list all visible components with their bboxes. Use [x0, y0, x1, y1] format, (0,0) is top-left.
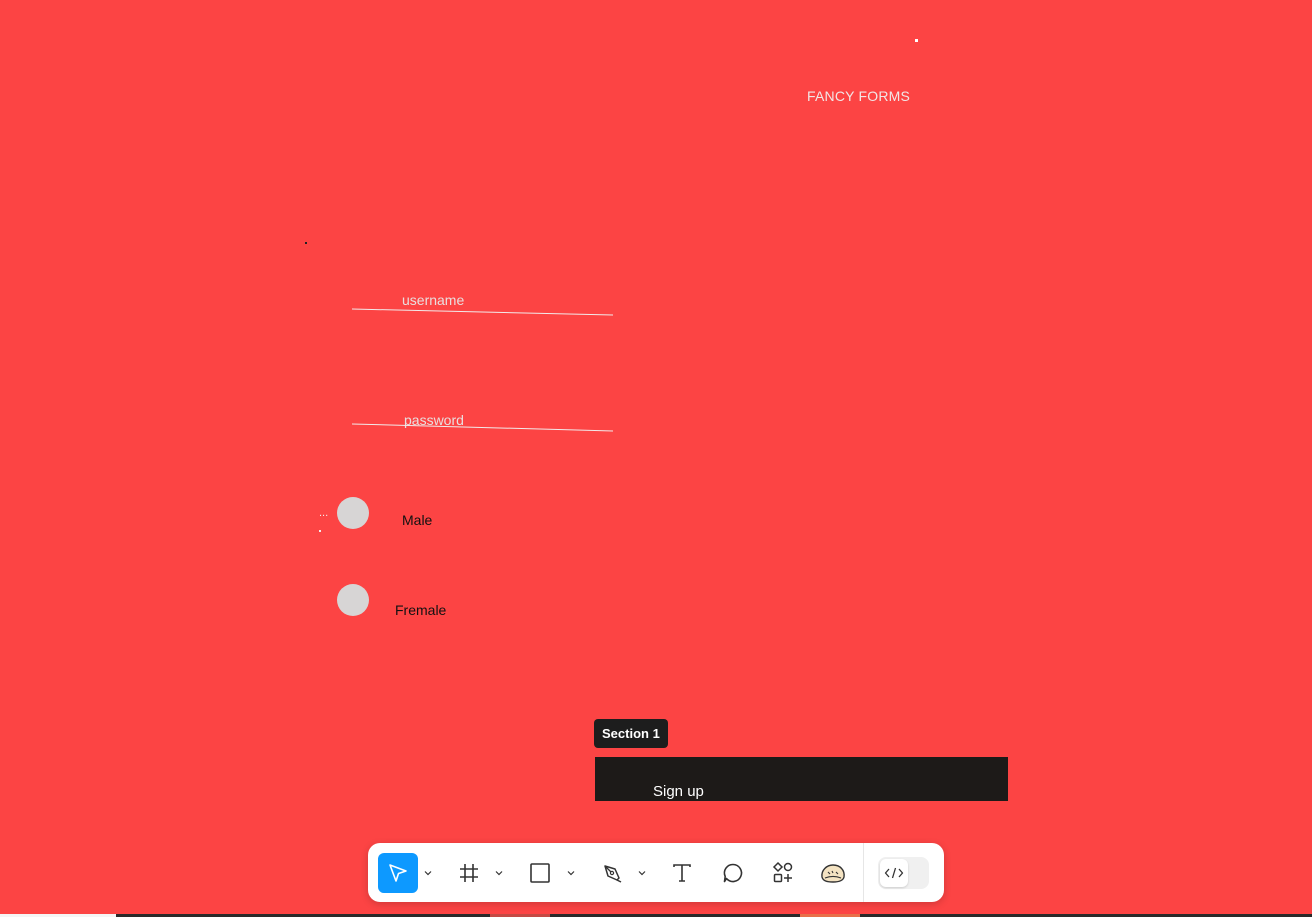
- text-tool-button[interactable]: [662, 853, 702, 893]
- username-field-underline[interactable]: [350, 306, 616, 318]
- pen-nib-icon: [604, 865, 622, 883]
- pen-tool-button[interactable]: [592, 853, 632, 893]
- canvas-dot: [305, 242, 307, 244]
- signup-button-label: Sign up: [653, 783, 704, 800]
- text-T-icon: [673, 864, 691, 882]
- signup-button[interactable]: Sign up: [595, 757, 1008, 801]
- chevron-down-icon: [567, 871, 575, 876]
- blob-face-icon: [821, 864, 845, 883]
- toolbar-divider: [863, 843, 864, 902]
- ellipsis-text: ...: [319, 507, 329, 519]
- radio-female[interactable]: [337, 584, 369, 616]
- dev-mode-toggle-knob: [880, 859, 908, 887]
- dev-mode-toggle[interactable]: [878, 857, 929, 889]
- speech-bubble-icon: [723, 863, 743, 883]
- design-canvas[interactable]: FANCY FORMS username password ... Male F…: [0, 0, 1312, 917]
- chevron-down-icon: [638, 871, 646, 876]
- shapes-plus-icon: [772, 861, 793, 883]
- frame-tool-dropdown[interactable]: [493, 865, 505, 881]
- password-field-underline[interactable]: [350, 420, 616, 436]
- chevron-down-icon: [424, 871, 432, 876]
- shape-tool-button[interactable]: [520, 853, 560, 893]
- code-brackets-icon: [884, 867, 904, 879]
- hash-frame-icon: [460, 864, 478, 882]
- radio-female-label: Fremale: [395, 602, 447, 618]
- shape-tool-dropdown[interactable]: [565, 865, 577, 881]
- move-tool-dropdown[interactable]: [422, 865, 434, 881]
- bottom-toolbar: [368, 843, 944, 902]
- canvas-dot: [915, 39, 918, 42]
- section-badge[interactable]: Section 1: [594, 719, 668, 748]
- cursor-arrow-icon: [389, 864, 407, 882]
- rectangle-icon: [530, 863, 550, 883]
- radio-male[interactable]: [337, 497, 369, 529]
- page-title: FANCY FORMS: [807, 88, 911, 104]
- radio-male-label: Male: [402, 512, 433, 528]
- comment-tool-button[interactable]: [713, 853, 753, 893]
- pen-tool-dropdown[interactable]: [636, 865, 648, 881]
- canvas-dot: [319, 530, 321, 532]
- move-tool-button[interactable]: [378, 853, 418, 893]
- chevron-down-icon: [495, 871, 503, 876]
- ai-tool-button[interactable]: [813, 853, 853, 893]
- frame-tool-button[interactable]: [449, 853, 489, 893]
- actions-tool-button[interactable]: [763, 853, 803, 893]
